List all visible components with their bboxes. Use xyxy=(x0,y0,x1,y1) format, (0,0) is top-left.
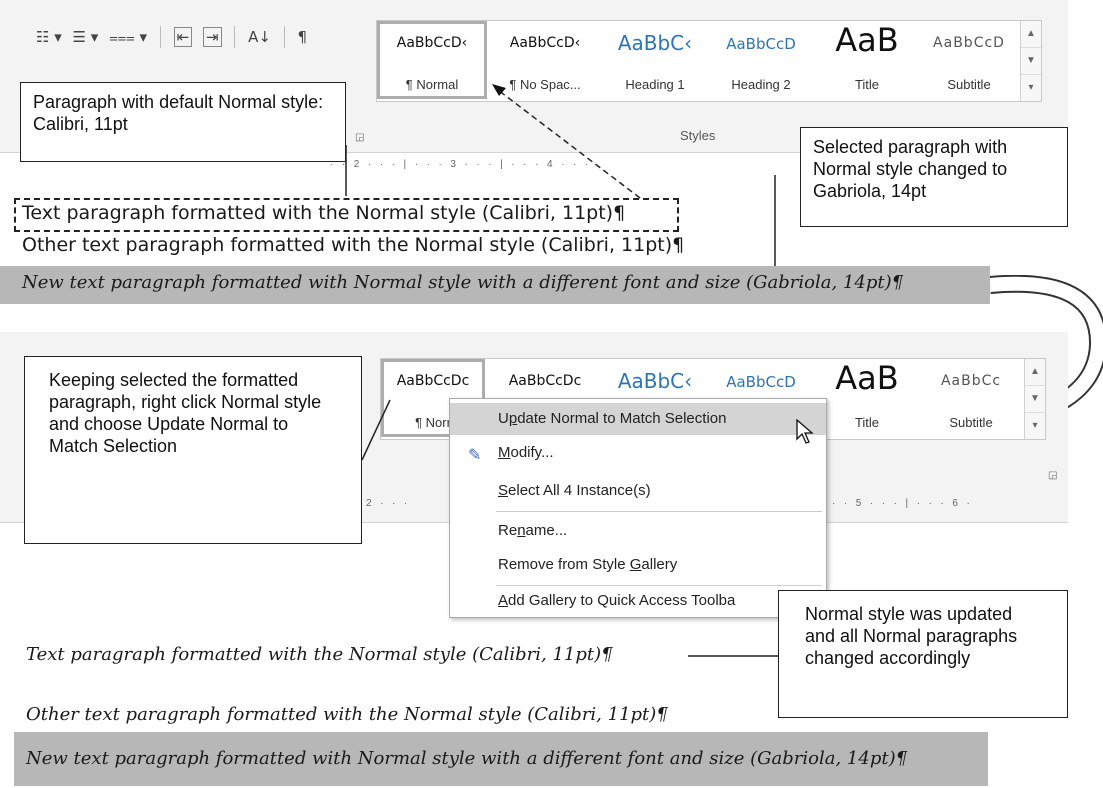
callout-updated: Normal style was updated and all Normal … xyxy=(778,590,1068,718)
menu-item-rename[interactable]: Rename... xyxy=(450,515,826,547)
menu-item-modify[interactable]: Modify... xyxy=(450,437,826,469)
menu-item-select-all[interactable]: Select All 4 Instance(s) xyxy=(450,475,826,507)
context-menu: Update Normal to Match Selection ✎ Modif… xyxy=(449,398,827,618)
menu-item-add-gallery[interactable]: Add Gallery to Quick Access Toolba xyxy=(450,585,826,617)
doc-paragraph-3-selected[interactable]: New text paragraph formatted with Normal… xyxy=(22,272,903,293)
callout-default-style: Paragraph with default Normal style: Cal… xyxy=(20,82,346,162)
doc-after-paragraph-1: Text paragraph formatted with the Normal… xyxy=(26,644,613,665)
menu-item-remove[interactable]: Remove from Style Gallery xyxy=(450,549,826,581)
doc-paragraph-1: Text paragraph formatted with the Normal… xyxy=(22,202,626,224)
callout-selected-paragraph: Selected paragraph with Normal style cha… xyxy=(800,127,1068,227)
menu-item-update-normal[interactable]: Update Normal to Match Selection xyxy=(450,403,826,435)
doc-paragraph-2: Other text paragraph formatted with the … xyxy=(22,234,685,256)
callout-keeping-selected: Keeping selected the formatted paragraph… xyxy=(24,356,362,544)
doc-after-paragraph-2: Other text paragraph formatted with the … xyxy=(26,704,668,725)
menu-separator xyxy=(496,511,822,512)
doc-after-paragraph-3: New text paragraph formatted with Normal… xyxy=(26,748,908,769)
